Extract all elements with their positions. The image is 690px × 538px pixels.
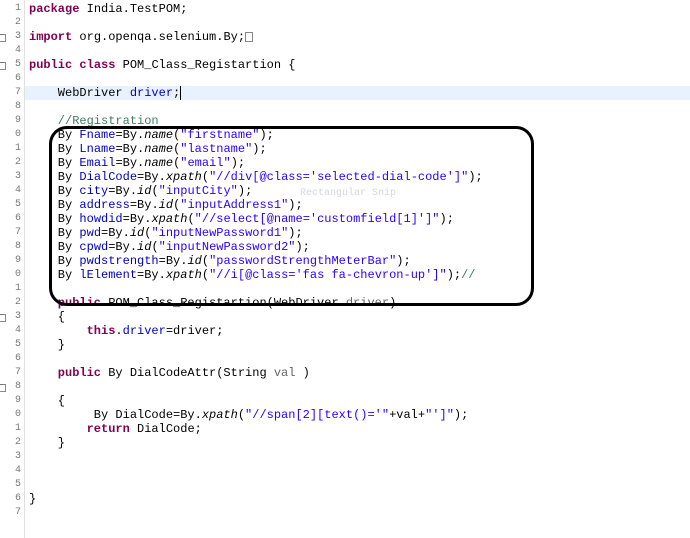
code-line bbox=[25, 450, 690, 464]
line-number: 2 bbox=[0, 156, 24, 170]
line-number: 1 bbox=[0, 142, 24, 156]
line-number: 8 bbox=[0, 100, 24, 114]
code-line bbox=[25, 100, 690, 114]
code-line-highlighted: WebDriver driver; bbox=[25, 86, 690, 100]
line-number: 2 bbox=[0, 16, 24, 30]
line-number: 7 bbox=[0, 226, 24, 240]
line-number-gutter: 1234567890123456789012345678901234567 bbox=[0, 0, 25, 538]
code-line: By pwd=By.id("inputNewPassword1"); bbox=[25, 226, 690, 240]
code-line: //Registration bbox=[25, 114, 690, 128]
line-number: 1 bbox=[0, 282, 24, 296]
code-line: By cpwd=By.id("inputNewPassword2"); bbox=[25, 240, 690, 254]
line-number: 0 bbox=[0, 408, 24, 422]
line-number: 1 bbox=[0, 2, 24, 16]
line-number: 3 bbox=[0, 310, 24, 324]
code-line: } bbox=[25, 338, 690, 352]
code-line: By howdid=By.xpath("//select[@name='cust… bbox=[25, 212, 690, 226]
line-number: 5 bbox=[0, 338, 24, 352]
code-line: return DialCode; bbox=[25, 422, 690, 436]
line-number: 5 bbox=[0, 198, 24, 212]
code-line: By pwdstrength=By.id("passwordStrengthMe… bbox=[25, 254, 690, 268]
line-number: 6 bbox=[0, 492, 24, 506]
code-editor[interactable]: package India.TestPOM; import org.openqa… bbox=[25, 0, 690, 538]
code-line bbox=[25, 44, 690, 58]
line-number: 1 bbox=[0, 422, 24, 436]
code-line: By Fname=By.name("firstname"); bbox=[25, 128, 690, 142]
line-number: 4 bbox=[0, 324, 24, 338]
code-line: By city=By.id("inputCity"); bbox=[25, 184, 690, 198]
code-line bbox=[25, 16, 690, 30]
code-line: { bbox=[25, 394, 690, 408]
code-line bbox=[25, 352, 690, 366]
fold-indicator-icon bbox=[245, 32, 253, 42]
code-line bbox=[25, 72, 690, 86]
line-number: 6 bbox=[0, 72, 24, 86]
line-number: 3 bbox=[0, 450, 24, 464]
code-line: } bbox=[25, 492, 690, 506]
code-line: public class POM_Class_Registartion { bbox=[25, 58, 690, 72]
line-number: 9 bbox=[0, 394, 24, 408]
line-number: 4 bbox=[0, 44, 24, 58]
line-number: 3 bbox=[0, 30, 24, 44]
line-number: 5 bbox=[0, 58, 24, 72]
line-number: 2 bbox=[0, 436, 24, 450]
code-line: package India.TestPOM; bbox=[25, 2, 690, 16]
text-cursor bbox=[180, 86, 181, 100]
line-number: 9 bbox=[0, 114, 24, 128]
code-line: { bbox=[25, 310, 690, 324]
line-number: 7 bbox=[0, 86, 24, 100]
code-line: public POM_Class_Registartion(WebDriver … bbox=[25, 296, 690, 310]
code-line: import org.openqa.selenium.By; bbox=[25, 30, 690, 44]
code-line: By DialCode=By.xpath("//div[@class='sele… bbox=[25, 170, 690, 184]
code-line bbox=[25, 478, 690, 492]
line-number: 4 bbox=[0, 184, 24, 198]
line-number: 0 bbox=[0, 128, 24, 142]
code-line: } bbox=[25, 436, 690, 450]
line-number: 6 bbox=[0, 212, 24, 226]
code-line: public By DialCodeAttr(String val ) bbox=[25, 366, 690, 380]
line-number: 9 bbox=[0, 254, 24, 268]
line-number: 8 bbox=[0, 380, 24, 394]
line-number: 6 bbox=[0, 352, 24, 366]
line-number: 7 bbox=[0, 506, 24, 520]
code-line: By Email=By.name("email"); bbox=[25, 156, 690, 170]
line-number: 7 bbox=[0, 366, 24, 380]
line-number: 4 bbox=[0, 464, 24, 478]
code-line: By DialCode=By.xpath("//span[2][text()='… bbox=[25, 408, 690, 422]
code-line: this.driver=driver; bbox=[25, 324, 690, 338]
line-number: 8 bbox=[0, 240, 24, 254]
line-number: 5 bbox=[0, 478, 24, 492]
code-line bbox=[25, 282, 690, 296]
code-line: By address=By.id("inputAddress1"); bbox=[25, 198, 690, 212]
line-number: 3 bbox=[0, 170, 24, 184]
line-number: 2 bbox=[0, 296, 24, 310]
code-line bbox=[25, 380, 690, 394]
line-number: 0 bbox=[0, 268, 24, 282]
code-line bbox=[25, 464, 690, 478]
code-line: By lElement=By.xpath("//i[@class='fas fa… bbox=[25, 268, 690, 282]
code-line: By Lname=By.name("lastname"); bbox=[25, 142, 690, 156]
